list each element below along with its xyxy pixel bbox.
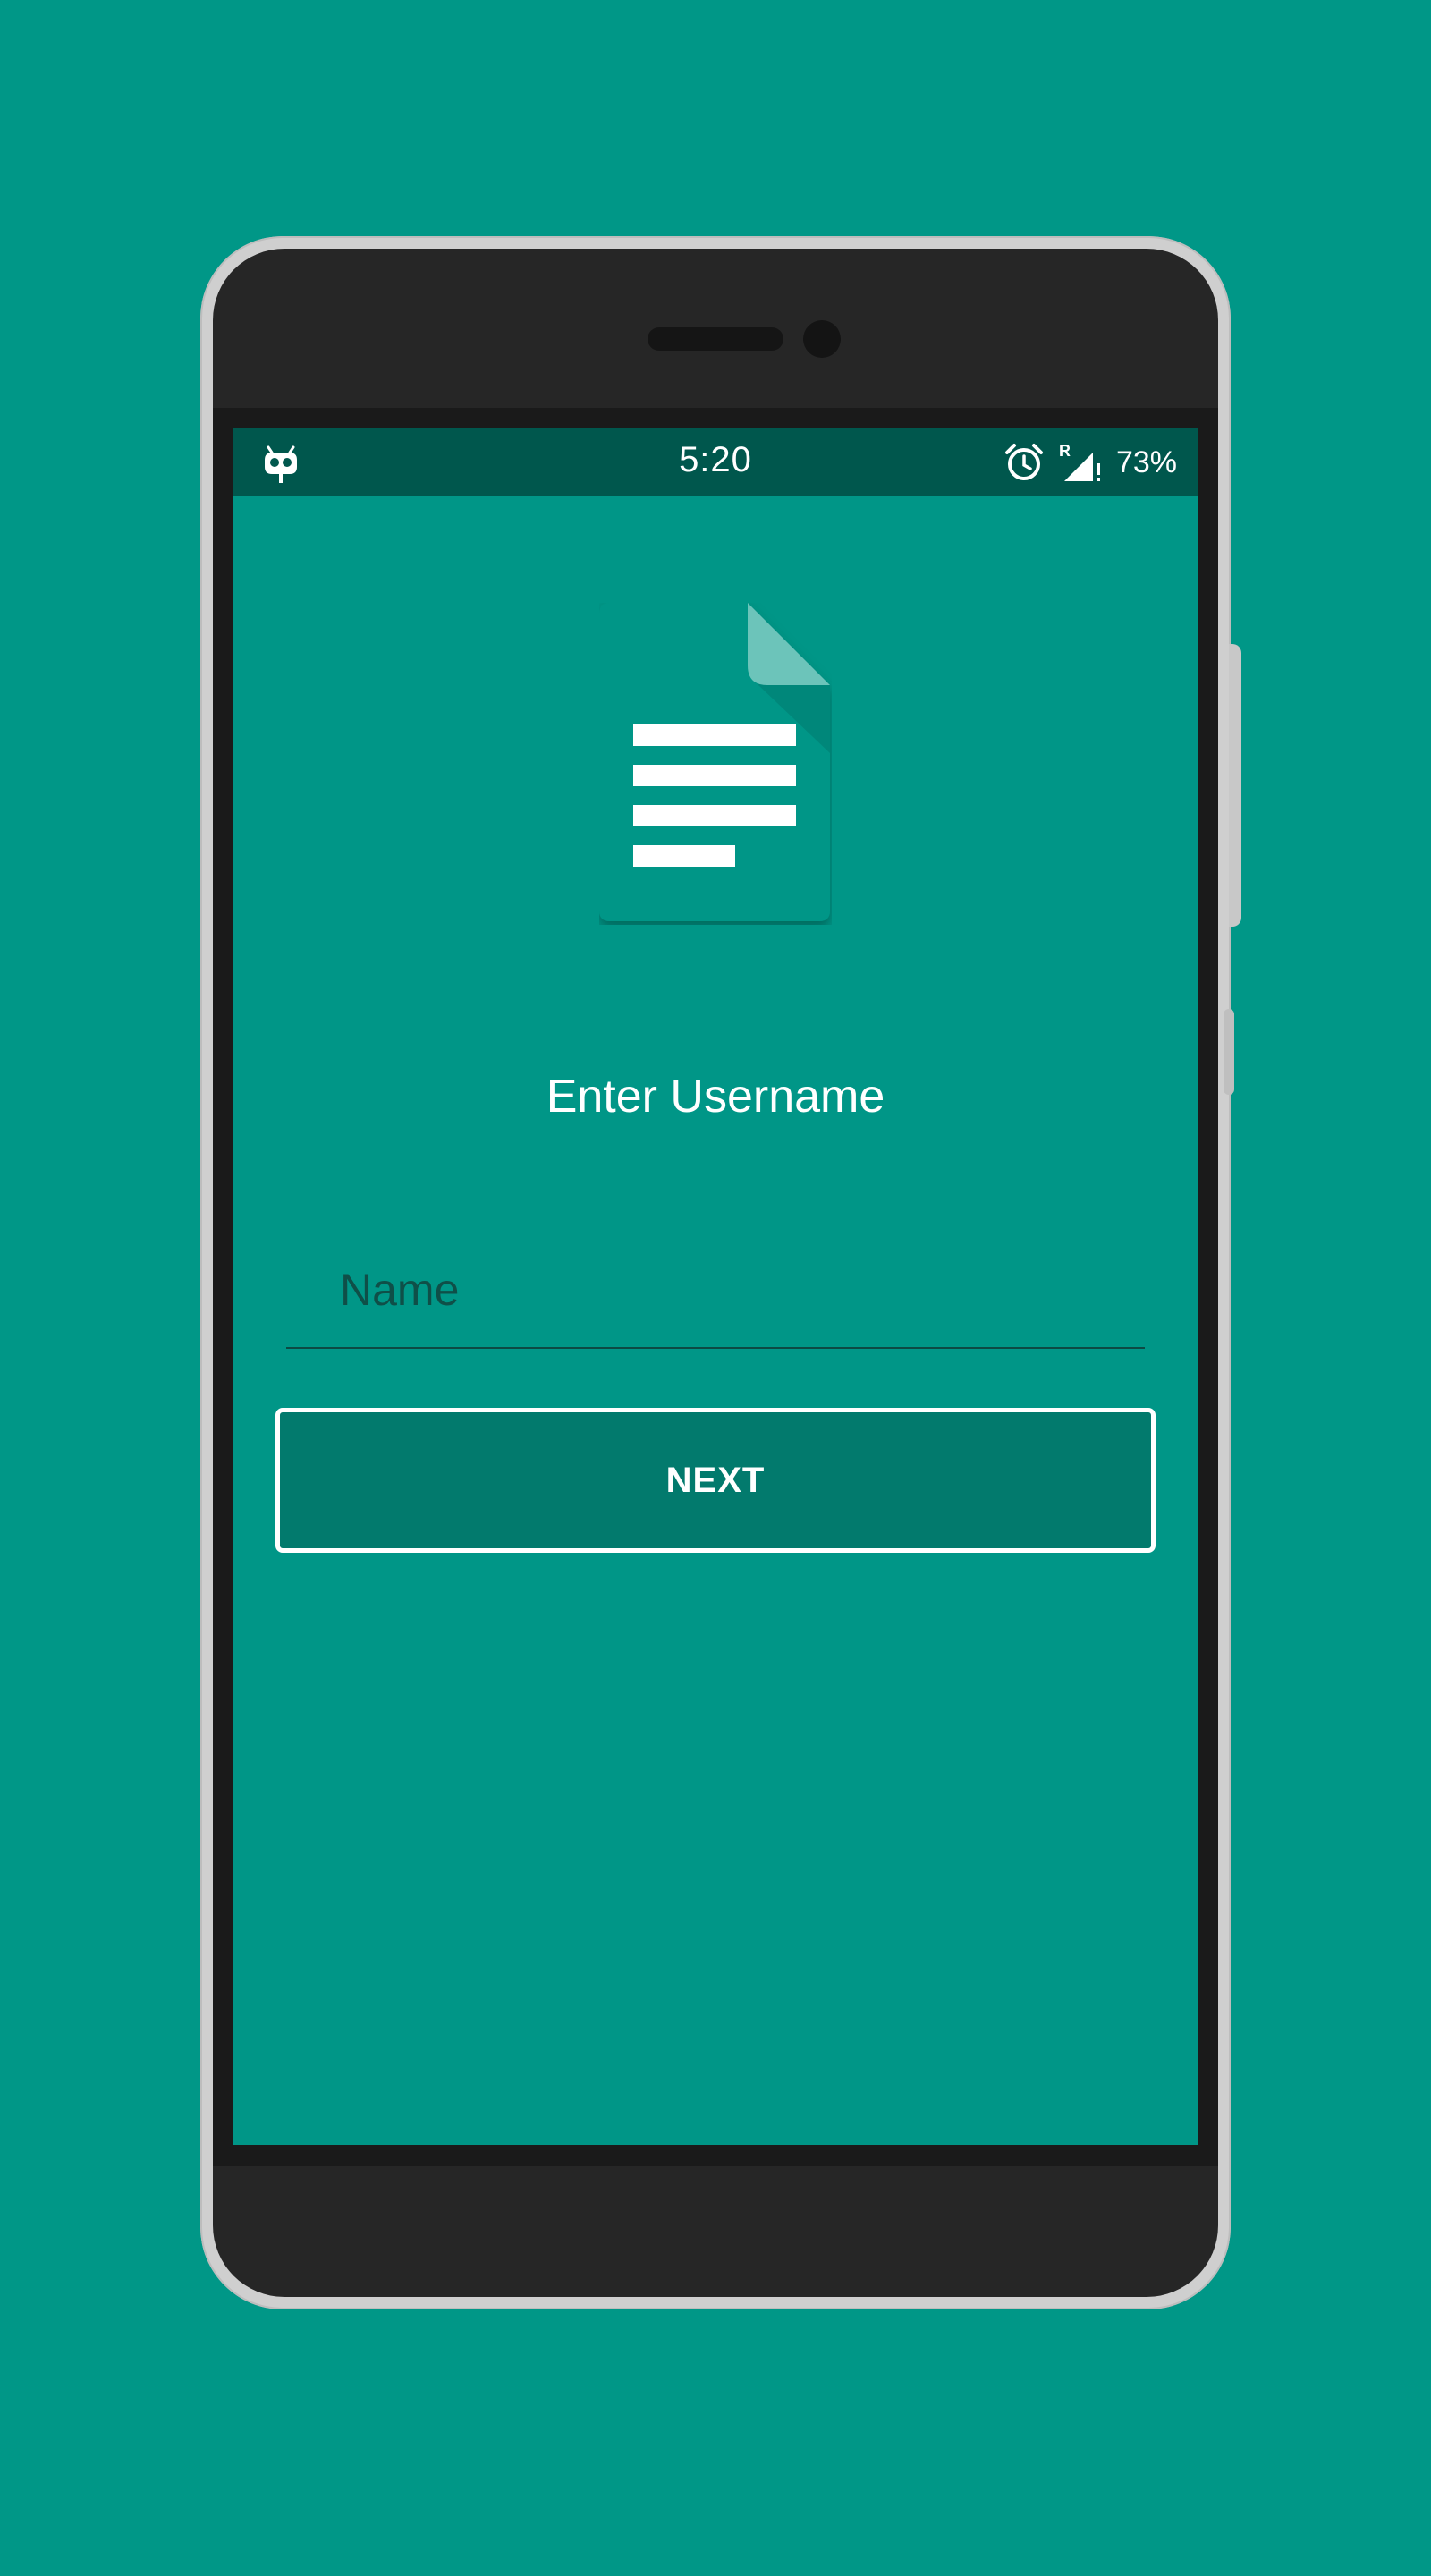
volume-button: [1224, 1009, 1234, 1095]
alarm-clock-icon: [1004, 444, 1043, 480]
page-title: Enter Username: [546, 1071, 885, 1123]
signal-roaming-icon: R: [1059, 442, 1100, 481]
name-input[interactable]: [286, 1233, 1145, 1347]
name-underline: [286, 1347, 1145, 1349]
document-icon: [599, 603, 830, 921]
status-right-group: R 73%: [1003, 440, 1177, 485]
power-button: [1229, 644, 1241, 927]
name-field: [286, 1233, 1145, 1349]
status-bar: 5:20 R 73%: [233, 428, 1198, 496]
app-screen: 5:20 R 73% Enter Username Name NEXT: [233, 428, 1198, 2145]
next-button[interactable]: NEXT: [275, 1408, 1156, 1553]
front-camera: [803, 320, 841, 358]
earpiece-speaker: [648, 327, 783, 351]
battery-percentage: 73%: [1115, 445, 1177, 479]
roaming-label: R: [1059, 442, 1071, 460]
